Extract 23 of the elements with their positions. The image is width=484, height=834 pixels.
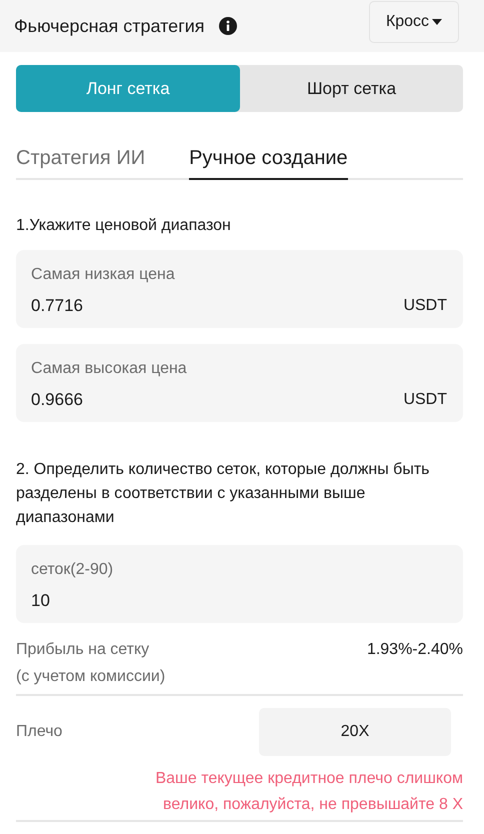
leverage-warning: Ваше текущее кредитное плечо слишком велико, пожалуйста, не превышайте 8 X bbox=[16, 766, 463, 822]
section-title: 2. Определить количество сеток, которые должны быть разделены в соответствии с указанными выше диапазонами bbox=[16, 460, 431, 528]
field-label: сеток(2-90) bbox=[31, 561, 114, 579]
price-input[interactable]: 0.9666 bbox=[31, 390, 404, 410]
leverage-label: Плечо bbox=[16, 723, 62, 741]
leverage-button[interactable]: 20X bbox=[259, 708, 451, 756]
price-input[interactable]: 0.7716 bbox=[31, 296, 404, 316]
mode-tab[interactable]: Стратегия ИИ bbox=[16, 137, 146, 180]
info-icon[interactable] bbox=[218, 17, 237, 35]
field-label: Самая низкая цена bbox=[31, 266, 176, 284]
unit-label: USDT bbox=[403, 297, 447, 315]
grid-count-input[interactable]: 10 bbox=[31, 591, 447, 611]
field-label: Самая высокая цена bbox=[31, 360, 188, 378]
unit-label: USDT bbox=[403, 391, 447, 409]
profit-sublabel: (с учетом комиссии) bbox=[16, 668, 166, 686]
margin-mode-dropdown[interactable]: Кросс bbox=[369, 1, 459, 43]
mode-tab[interactable]: Ручное создание bbox=[189, 137, 348, 180]
section-title: 1.Укажите ценовой диапазон bbox=[16, 217, 232, 235]
direction-tab[interactable]: Шорт сетка bbox=[240, 65, 463, 112]
profit-label: Прибыль на сетку bbox=[16, 641, 150, 659]
page-title: Фьючерсная стратегия bbox=[14, 16, 205, 36]
profit-value: 1.93%-2.40% bbox=[366, 641, 463, 660]
caret-icon bbox=[432, 19, 442, 25]
